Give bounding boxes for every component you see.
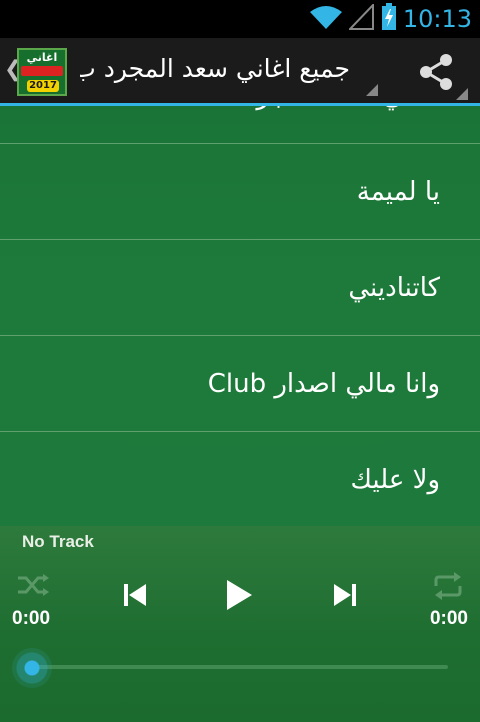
list-item[interactable]: كاتناديني <box>0 240 480 336</box>
previous-icon[interactable] <box>122 582 148 608</box>
list-item[interactable]: ولا عليك <box>0 432 480 526</box>
dropdown-corner-icon <box>366 84 378 96</box>
play-icon[interactable] <box>224 578 254 612</box>
shuffle-icon[interactable] <box>16 572 50 598</box>
wifi-icon <box>309 4 343 34</box>
app-title: جميع اغاني سعد المجرد ب <box>80 54 350 83</box>
next-icon[interactable] <box>332 582 358 608</box>
logo-year: 2017 <box>27 80 59 92</box>
seek-thumb[interactable] <box>12 648 52 688</box>
share-icon <box>420 54 452 90</box>
logo-text: اغاني <box>26 51 58 64</box>
song-title: يا لميمة <box>356 177 440 207</box>
share-button[interactable] <box>410 50 468 100</box>
track-title: No Track <box>22 532 94 551</box>
clock: 10:13 <box>402 5 472 33</box>
song-title: اغاني سعد المجرد <box>245 106 440 144</box>
song-title: كاتناديني <box>348 273 440 303</box>
time-elapsed: 0:00 <box>12 608 51 629</box>
status-bar: 10:13 <box>0 0 480 38</box>
action-bar: ❮ اغاني 2017 جميع اغاني سعد المجرد ب <box>0 38 480 106</box>
time-total: 0:00 <box>429 608 468 629</box>
list-item[interactable]: يا لميمة <box>0 144 480 240</box>
logo-banner <box>21 66 63 76</box>
title-spinner[interactable]: جميع اغاني سعد المجرد ب <box>80 46 380 96</box>
list-item[interactable]: وانا مالي اصدار Club <box>0 336 480 432</box>
song-title: وانا مالي اصدار Club <box>207 369 440 399</box>
overflow-corner-icon <box>456 88 468 100</box>
seek-bar[interactable] <box>32 665 448 669</box>
status-icons: 10:13 <box>309 0 472 38</box>
song-title: ولا عليك <box>350 465 440 495</box>
signal-icon <box>347 2 375 34</box>
list-item[interactable]: اغاني سعد المجرد <box>0 106 480 144</box>
music-player: No Track 0:00 0:00 <box>0 526 480 722</box>
battery-charging-icon <box>381 3 397 35</box>
repeat-icon[interactable] <box>432 572 464 600</box>
song-list[interactable]: اغاني سعد المجرد يا لميمة كاتناديني وانا… <box>0 106 480 526</box>
app-logo[interactable]: اغاني 2017 <box>17 48 67 96</box>
